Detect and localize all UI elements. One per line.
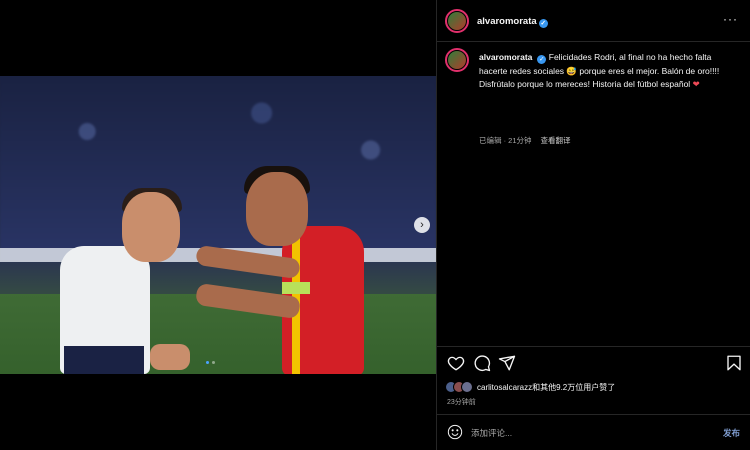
see-translation-link[interactable]: 查看翻译 [541, 135, 571, 146]
player-right-head [246, 172, 308, 246]
comment-input[interactable] [471, 424, 701, 442]
player-left-head [122, 192, 180, 262]
post-comment-button[interactable]: 发布 [723, 427, 740, 439]
avatar[interactable] [445, 9, 469, 33]
header-username-text[interactable]: alvaromorata [477, 16, 537, 27]
liker-avatar [461, 381, 473, 393]
media-column: › [0, 0, 436, 450]
avatar-image [448, 12, 466, 30]
carousel-dots [206, 361, 215, 364]
comment-icon[interactable] [473, 354, 491, 372]
post-side-panel: alvaromorata ✓ ··· alvaromorata ✓ Felicida… [436, 0, 750, 450]
verified-badge-icon: ✓ [538, 19, 548, 28]
caption-avatar[interactable] [445, 48, 469, 72]
edited-time: 已编辑 · 21分钟 [479, 136, 532, 145]
share-icon[interactable] [498, 354, 516, 372]
liker-avatars[interactable] [445, 381, 473, 393]
caption-text: alvaromorata ✓ Felicidades Rodri, al fina… [479, 51, 741, 92]
emoji-icon[interactable] [447, 424, 463, 440]
header-username[interactable]: alvaromorata ✓ [477, 16, 548, 28]
likes-row: carlitosalcarazz和其他9.2万位用户赞了 [445, 381, 615, 393]
carousel-dot-active [206, 361, 209, 364]
post-header: alvaromorata ✓ ··· [437, 0, 750, 42]
caption-meta: 已编辑 · 21分钟 查看翻译 [479, 135, 571, 146]
player-left-fist [150, 344, 190, 370]
player-left-shorts [64, 346, 144, 374]
carousel-dot [212, 361, 215, 364]
divider [437, 346, 750, 347]
comment-bar: 发布 [437, 414, 750, 450]
more-options-icon[interactable]: ··· [723, 12, 738, 26]
post-photo[interactable] [0, 76, 436, 374]
heart-emoji-icon: ❤ [692, 79, 700, 89]
verified-badge-icon: ✓ [537, 55, 547, 64]
bookmark-icon[interactable] [725, 354, 743, 372]
photo-crowd [0, 76, 436, 261]
captain-armband [282, 282, 310, 294]
avatar-image [448, 51, 466, 69]
caption-username[interactable]: alvaromorata [479, 52, 532, 62]
likes-text[interactable]: carlitosalcarazz和其他9.2万位用户赞了 [477, 382, 615, 393]
post-timestamp[interactable]: 23分钟前 [447, 397, 476, 407]
heart-icon[interactable] [447, 354, 465, 372]
chevron-right-icon[interactable]: › [414, 217, 430, 233]
action-bar [437, 354, 750, 374]
